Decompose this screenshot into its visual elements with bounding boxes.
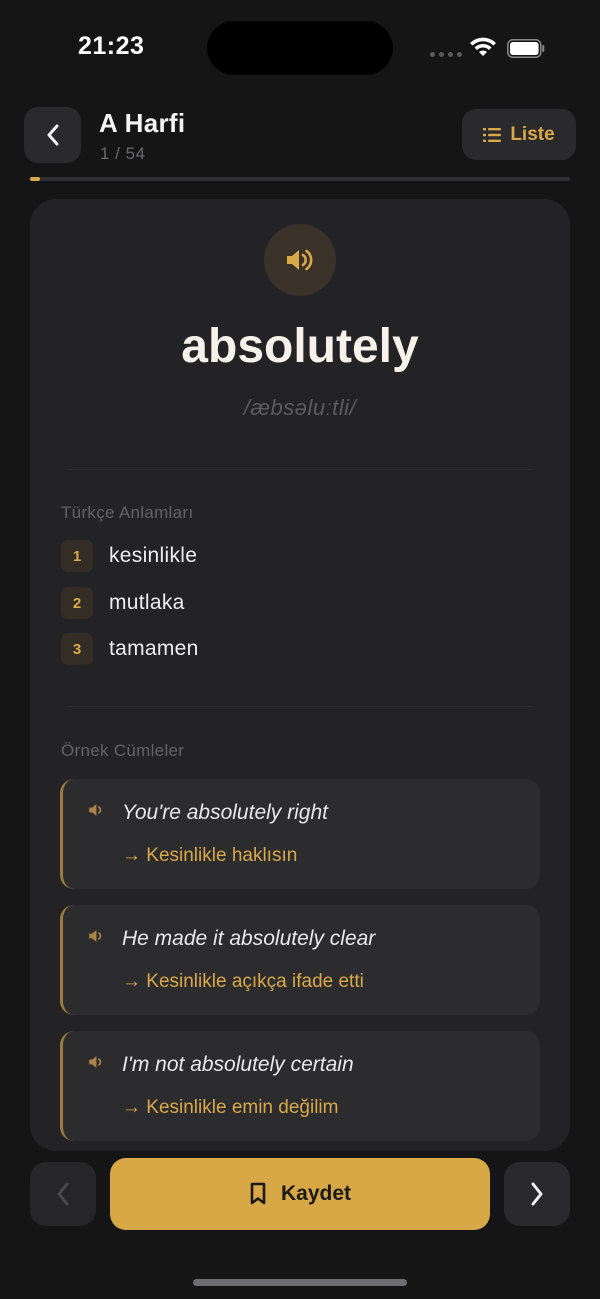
meaning-text: tamamen [109, 637, 199, 660]
speaker-icon[interactable] [88, 1053, 106, 1071]
home-indicator [193, 1279, 407, 1286]
meaning-item: 2 mutlaka [61, 587, 185, 619]
word-card: absolutely /æbsəluːtli/ Türkçe Anlamları… [30, 199, 570, 1151]
divider [68, 469, 532, 470]
meaning-number: 3 [61, 633, 93, 665]
list-button-label: Liste [510, 123, 555, 145]
examples-label: Örnek Cümleler [61, 741, 185, 760]
status-time: 21:23 [78, 32, 145, 60]
example-english: He made it absolutely clear [122, 927, 376, 950]
example-translation: → Kesinlikle emin değilim [122, 1097, 339, 1118]
word-counter: 1 / 54 [100, 144, 146, 163]
meaning-number: 2 [61, 587, 93, 619]
save-button-label: Kaydet [280, 1182, 352, 1205]
dynamic-island [207, 21, 393, 75]
chevron-left-icon [57, 1182, 69, 1206]
pronounce-button[interactable] [264, 224, 336, 296]
list-button[interactable]: Liste [462, 109, 576, 160]
example-english: I'm not absolutely certain [122, 1053, 354, 1076]
cellular-signal-icon [430, 52, 462, 57]
meanings-label: Türkçe Anlamları [61, 503, 194, 522]
progress-bar [30, 177, 570, 181]
save-button[interactable]: Kaydet [110, 1158, 490, 1230]
speaker-icon[interactable] [88, 801, 106, 819]
example-translation: → Kesinlikle açıkça ifade etti [122, 971, 364, 992]
meaning-text: kesinlikle [109, 544, 198, 567]
page-title: A Harfi [99, 108, 186, 138]
example-sentence[interactable]: He made it absolutely clear → Kesinlikle… [60, 905, 540, 1015]
example-english: You're absolutely right [122, 801, 328, 824]
meaning-item: 1 kesinlikle [61, 540, 197, 572]
progress-fill [30, 177, 40, 181]
bookmark-icon [250, 1182, 266, 1205]
meaning-text: mutlaka [109, 591, 185, 614]
next-word-button[interactable] [504, 1162, 570, 1226]
example-sentence[interactable]: I'm not absolutely certain → Kesinlikle … [60, 1031, 540, 1141]
chevron-left-icon [47, 124, 58, 146]
chevron-right-icon [531, 1182, 543, 1206]
speaker-icon [287, 249, 313, 271]
word-title: absolutely [181, 320, 419, 373]
previous-word-button[interactable] [30, 1162, 96, 1226]
phonetic-text: /æbsəluːtli/ [243, 395, 357, 420]
example-translation: → Kesinlikle haklısın [122, 845, 298, 866]
list-icon [483, 127, 502, 142]
example-sentence[interactable]: You're absolutely right → Kesinlikle hak… [60, 779, 540, 889]
battery-icon [507, 39, 545, 58]
wifi-icon [470, 37, 496, 56]
meaning-item: 3 tamamen [61, 633, 199, 665]
speaker-icon[interactable] [88, 927, 106, 945]
divider [68, 706, 532, 707]
meaning-number: 1 [61, 540, 93, 572]
back-button[interactable] [24, 107, 81, 163]
